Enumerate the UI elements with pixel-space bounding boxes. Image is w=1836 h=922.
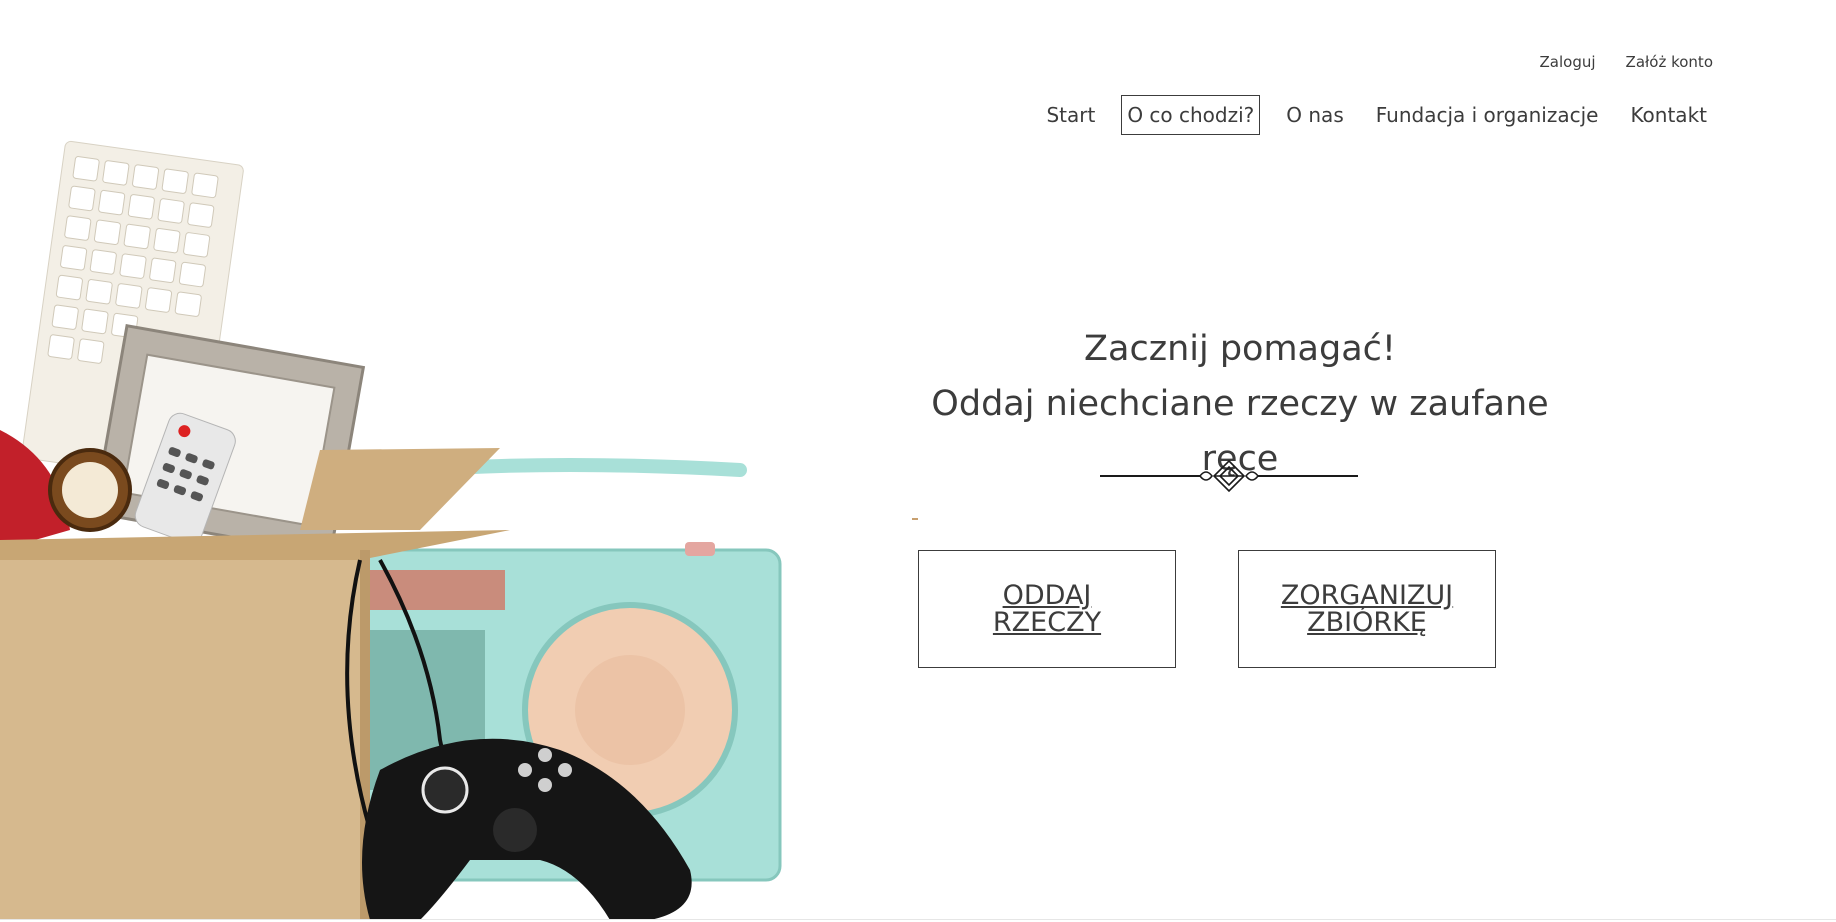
give-items-label: ODDAJ RZECZY bbox=[992, 580, 1102, 638]
nav-item-about-us[interactable]: O nas bbox=[1280, 95, 1349, 135]
give-items-button[interactable]: ODDAJ RZECZY bbox=[918, 550, 1176, 668]
section-divider bbox=[0, 919, 1836, 920]
ornament-divider-icon bbox=[1100, 459, 1358, 493]
hero-title: Zacznij pomagać! bbox=[1084, 329, 1396, 369]
nav-item-about-idea[interactable]: O co chodzi? bbox=[1121, 95, 1261, 135]
nav-item-contact[interactable]: Kontakt bbox=[1624, 95, 1713, 135]
page: Zaloguj Załóż konto Start O co chodzi? O… bbox=[0, 0, 1836, 922]
main-nav: Start O co chodzi? O nas Fundacja i orga… bbox=[1040, 95, 1713, 135]
login-link[interactable]: Zaloguj bbox=[1540, 53, 1596, 71]
register-link[interactable]: Załóż konto bbox=[1626, 53, 1713, 71]
decor-dot bbox=[912, 518, 918, 520]
organize-collection-label: ZORGANIZUJ ZBIÓRKĘ bbox=[1280, 580, 1454, 638]
organize-collection-button[interactable]: ZORGANIZUJ ZBIÓRKĘ bbox=[1238, 550, 1496, 668]
auth-links: Zaloguj Załóż konto bbox=[1540, 53, 1713, 71]
nav-item-start[interactable]: Start bbox=[1040, 95, 1101, 135]
nav-item-foundations[interactable]: Fundacja i organizacje bbox=[1370, 95, 1605, 135]
hero-illustration bbox=[0, 140, 782, 920]
